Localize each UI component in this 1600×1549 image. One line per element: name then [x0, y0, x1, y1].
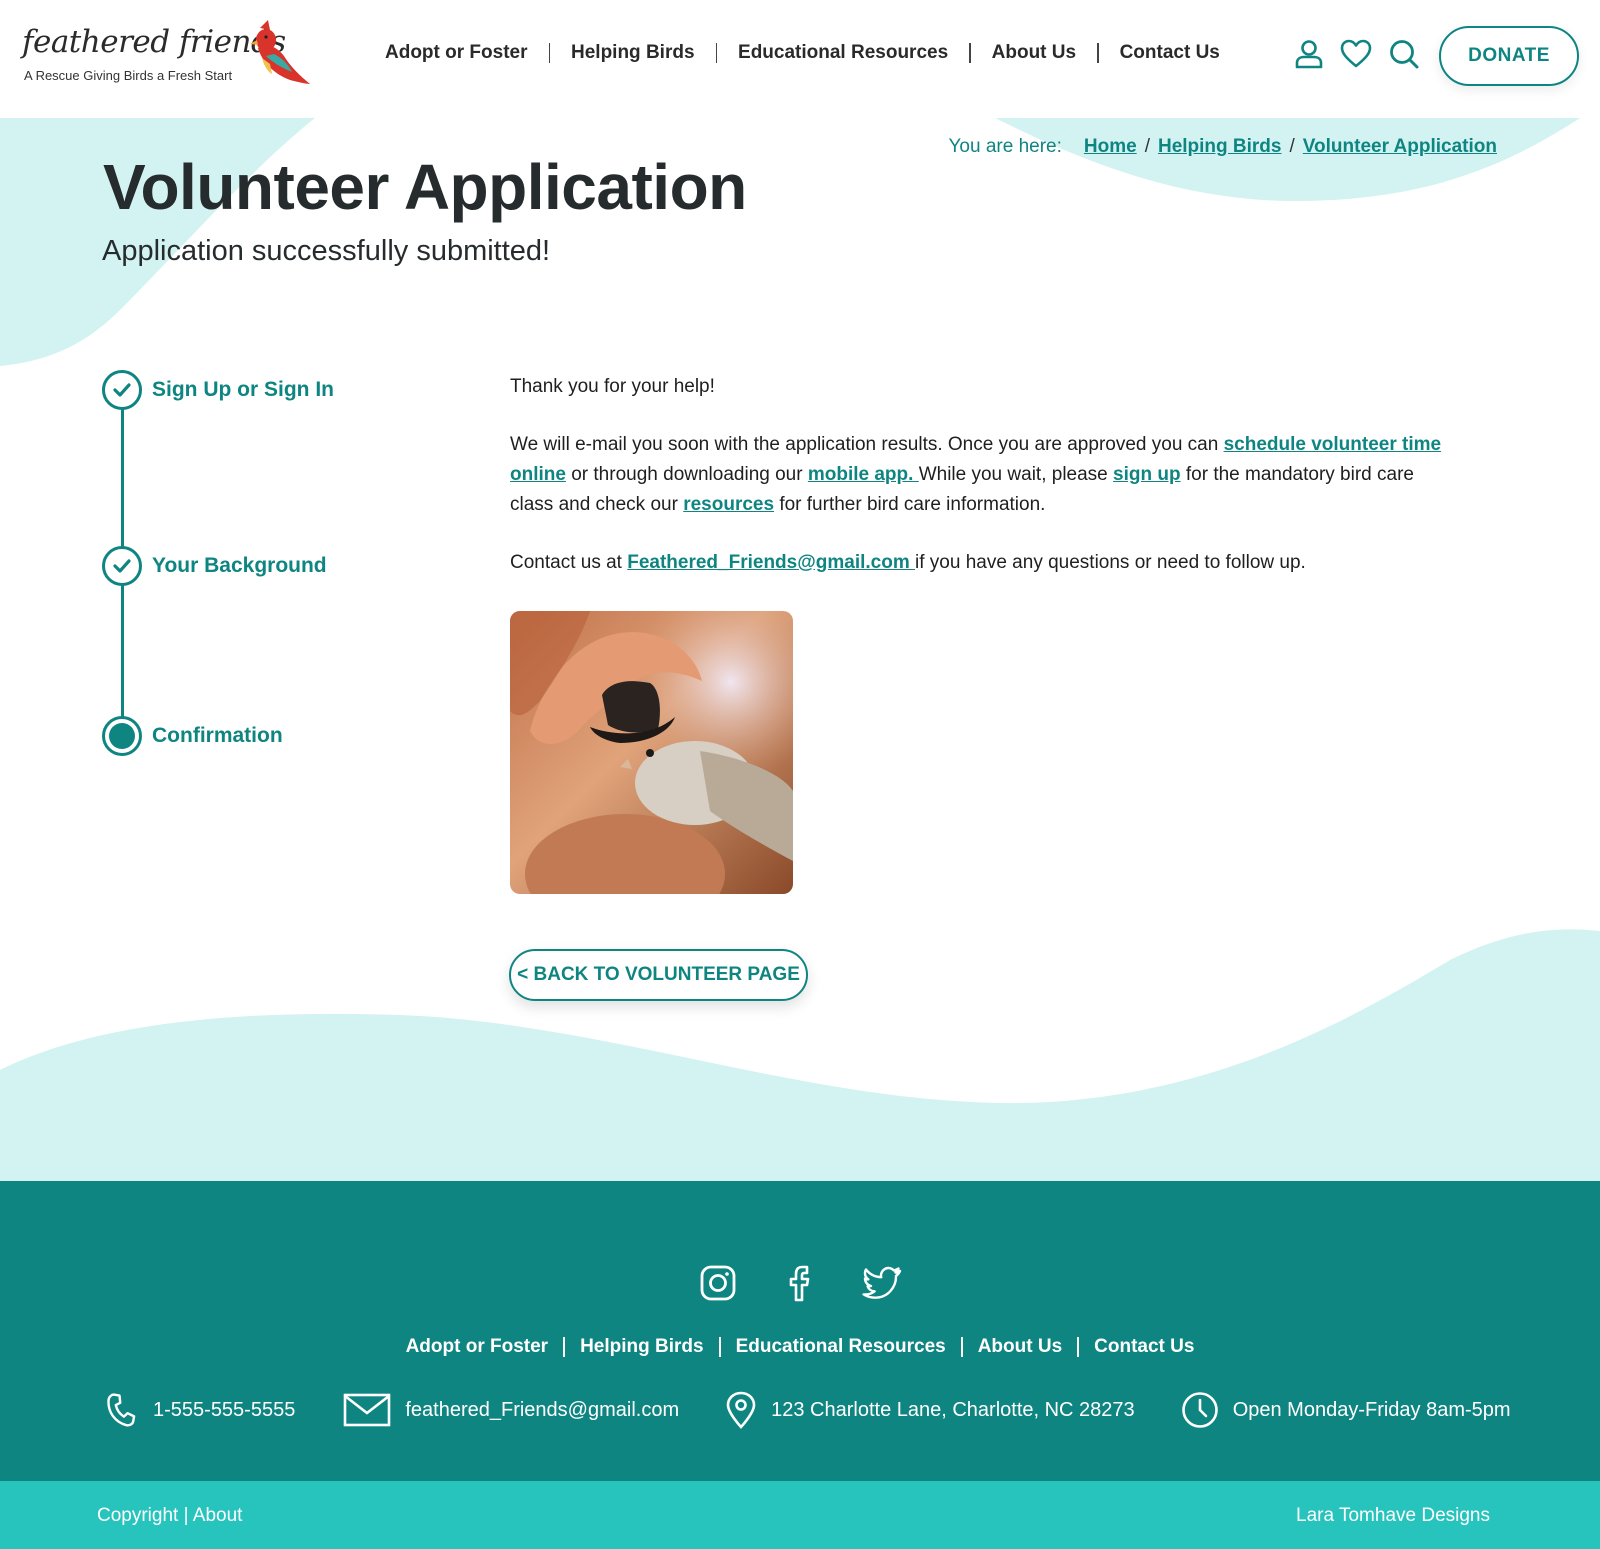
confirmation-message: Thank you for your help! We will e-mail … [510, 372, 1460, 606]
footer-nav-divider [563, 1337, 566, 1357]
logo[interactable]: feathered friends A Rescue Giving Birds … [20, 18, 310, 88]
logo-tagline: A Rescue Giving Birds a Fresh Start [24, 68, 233, 83]
email-address: feathered_Friends@gmail.com [405, 1398, 680, 1421]
nav-divider [548, 43, 550, 63]
footer-nav-helping-birds[interactable]: Helping Birds [580, 1336, 704, 1358]
opening-hours: Open Monday-Friday 8am-5pm [1232, 1398, 1511, 1421]
breadcrumb-separator: / [1144, 136, 1150, 157]
step-label: Sign Up or Sign In [152, 378, 334, 401]
bird-with-hat-image [510, 611, 793, 894]
current-dot [109, 723, 135, 749]
breadcrumb-label: You are here: [948, 136, 1062, 157]
nav-divider [969, 43, 971, 63]
next-steps-paragraph: We will e-mail you soon with the applica… [510, 430, 1460, 520]
footer-email[interactable]: feathered_Friends@gmail.com [343, 1392, 679, 1428]
footer-nav-educational-resources[interactable]: Educational Resources [736, 1336, 946, 1358]
site-footer [0, 1181, 1600, 1481]
breadcrumb-separator: / [1289, 136, 1295, 157]
checkmark-icon [113, 559, 131, 573]
contact-paragraph: Contact us at Feathered_Friends@gmail.co… [510, 548, 1460, 578]
back-to-volunteer-page-button[interactable]: < BACK TO VOLUNTEER PAGE [509, 949, 808, 1001]
nav-contact-us[interactable]: Contact Us [1120, 42, 1220, 64]
bird-photo [510, 611, 793, 894]
step-confirmation: Confirmation [102, 716, 283, 756]
footer-nav-adopt-or-foster[interactable]: Adopt or Foster [406, 1336, 549, 1358]
text: While you wait, please [918, 464, 1114, 485]
email-link[interactable]: Feathered_Friends@gmail.com [627, 552, 915, 573]
footer-nav-about-us[interactable]: About Us [978, 1336, 1062, 1358]
footer-nav: Adopt or Foster Helping Birds Educationa… [0, 1336, 1600, 1358]
footer-nav-contact-us[interactable]: Contact Us [1094, 1336, 1194, 1358]
about-link[interactable]: About [193, 1505, 243, 1526]
phone-number: 1-555-555-5555 [153, 1398, 296, 1421]
footer-nav-divider [718, 1337, 721, 1357]
footer-nav-divider [1077, 1337, 1080, 1357]
step-label: Your Background [152, 554, 327, 577]
facebook-icon[interactable] [779, 1262, 821, 1304]
step-current-icon [102, 716, 142, 756]
heart-icon[interactable] [1340, 38, 1372, 70]
text: Contact us at [510, 552, 628, 573]
step-complete-icon [102, 546, 142, 586]
nav-adopt-or-foster[interactable]: Adopt or Foster [385, 42, 528, 64]
instagram-icon[interactable] [697, 1262, 739, 1304]
step-your-background: Your Background [102, 546, 327, 586]
page-title: Volunteer Application [103, 151, 747, 223]
location-pin-icon [726, 1391, 756, 1429]
nav-educational-resources[interactable]: Educational Resources [738, 42, 948, 64]
copyright-link[interactable]: Copyright [97, 1505, 178, 1526]
cardinal-logo-icon [250, 20, 310, 84]
nav-divider [1097, 43, 1099, 63]
text: if you have any questions or need to fol… [915, 552, 1306, 573]
search-icon[interactable] [1388, 38, 1420, 70]
breadcrumb-helping-birds[interactable]: Helping Birds [1158, 136, 1282, 158]
designer-credit: Lara Tomhave Designs [1296, 1505, 1490, 1526]
text: for further bird care information. [774, 494, 1046, 515]
street-address: 123 Charlotte Lane, Charlotte, NC 28273 [771, 1398, 1135, 1421]
nav-helping-birds[interactable]: Helping Birds [571, 42, 695, 64]
footer-nav-divider [960, 1337, 963, 1357]
social-links [0, 1262, 1600, 1304]
breadcrumb-volunteer-application[interactable]: Volunteer Application [1303, 136, 1497, 158]
step-sign-up: Sign Up or Sign In [102, 370, 334, 410]
copyright-links: Copyright | About [97, 1505, 243, 1526]
text: or through downloading our [565, 464, 808, 485]
site-header: feathered friends A Rescue Giving Birds … [0, 0, 1600, 118]
breadcrumb-home[interactable]: Home [1084, 136, 1137, 158]
thank-you-text: Thank you for your help! [510, 376, 715, 397]
page-subtitle: Application successfully submitted! [102, 235, 551, 267]
text: We will e-mail you soon with the applica… [510, 434, 1224, 455]
twitter-icon[interactable] [861, 1262, 903, 1304]
checkmark-icon [113, 383, 131, 397]
footer-contact-info: 1-555-555-5555 feathered_Friends@gmail.c… [103, 1391, 1511, 1429]
step-label: Confirmation [152, 724, 283, 747]
mobile-app-link[interactable]: mobile app. [808, 464, 919, 485]
footer-phone[interactable]: 1-555-555-5555 [103, 1392, 295, 1428]
main-nav: Adopt or Foster Helping Birds Educationa… [385, 42, 1220, 64]
step-complete-icon [102, 370, 142, 410]
progress-stepper: Sign Up or Sign In Your Background Confi… [102, 370, 442, 770]
user-icon[interactable] [1293, 38, 1325, 70]
footer-hours: Open Monday-Friday 8am-5pm [1181, 1391, 1511, 1429]
phone-icon [107, 1393, 136, 1427]
sign-up-link[interactable]: sign up [1113, 464, 1181, 485]
clock-icon [1181, 1392, 1218, 1428]
breadcrumb: You are here: Home / Helping Birds / Vol… [949, 136, 1498, 158]
donate-button[interactable]: DONATE [1439, 26, 1579, 86]
nav-about-us[interactable]: About Us [992, 42, 1076, 64]
footer-address[interactable]: 123 Charlotte Lane, Charlotte, NC 28273 [725, 1391, 1135, 1429]
nav-divider [715, 43, 718, 63]
envelope-icon [344, 1393, 391, 1427]
resources-link[interactable]: resources [683, 494, 774, 515]
